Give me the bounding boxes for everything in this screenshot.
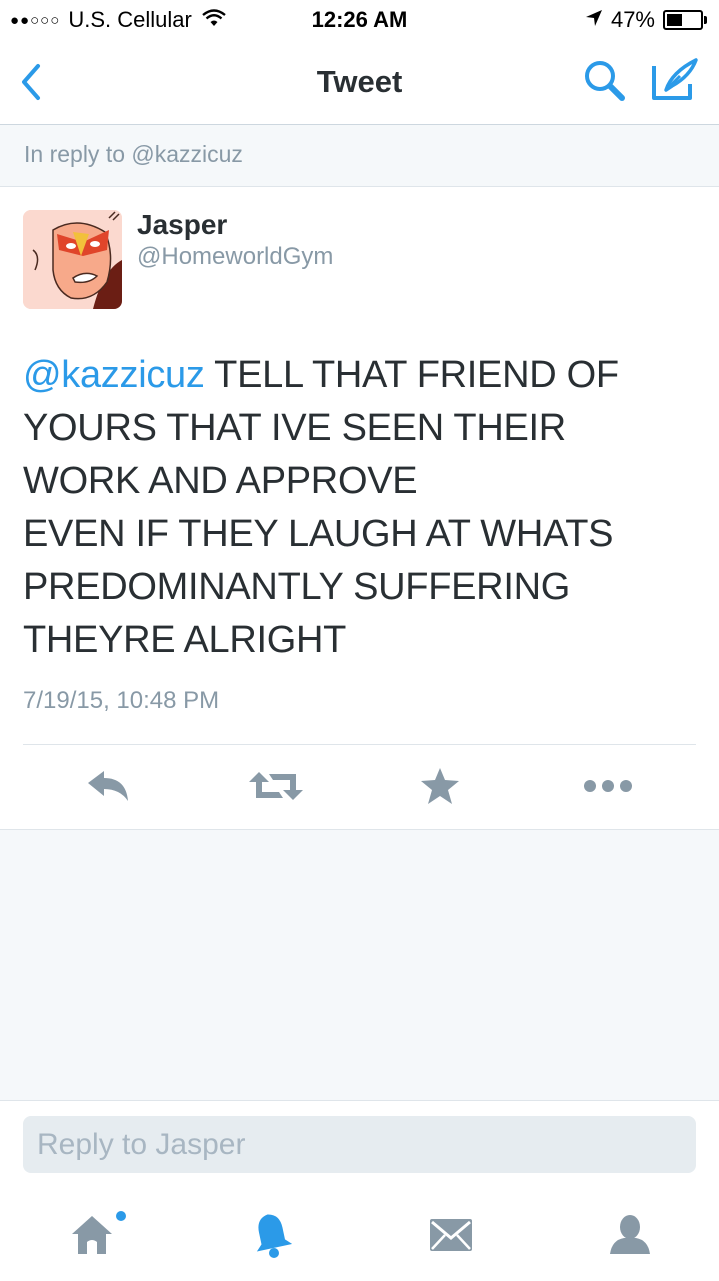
mention-link[interactable]: @kazzicuz [23,354,205,396]
home-icon[interactable] [64,1209,120,1261]
messages-envelope-icon[interactable] [423,1209,479,1261]
bottom-area [0,1100,719,1281]
tweet-text: @kazzicuz TELL THAT FRIEND OF YOURS THAT… [23,349,693,667]
status-right: 47% [585,7,707,33]
reply-context-bar[interactable]: In reply to @kazzicuz [0,125,719,187]
profile-icon[interactable] [602,1209,658,1261]
favorite-star-icon[interactable] [418,763,462,809]
notifications-bell-icon[interactable] [244,1209,300,1261]
tweet-detail: Jasper @HomeworldGym @kazzicuz TELL THAT… [0,187,719,830]
status-bar: ●●○○○ U.S. Cellular 12:26 AM 47% [0,0,719,40]
tweet-timestamp: 7/19/15, 10:48 PM [23,687,220,714]
unread-indicator [116,1211,126,1221]
reply-context-text: In reply to @kazzicuz [24,141,243,167]
nav-bar: Tweet [0,40,719,125]
location-arrow-icon [585,7,603,33]
reply-input[interactable] [23,1116,696,1173]
battery-nub [704,16,707,24]
retweet-icon[interactable] [248,763,304,809]
tweet-body: TELL THAT FRIEND OF YOURS THAT IVE SEEN … [23,354,619,661]
battery-fill [667,14,682,26]
author-name[interactable]: Jasper [137,209,227,241]
compose-icon[interactable] [650,56,702,106]
author-handle[interactable]: @HomeworldGym [137,243,333,271]
battery-percent: 47% [610,7,655,32]
search-icon[interactable] [580,58,630,104]
divider [23,744,696,745]
battery-icon [663,10,707,30]
reply-icon[interactable] [84,763,132,809]
avatar[interactable] [23,210,122,309]
more-icon[interactable] [582,763,634,809]
